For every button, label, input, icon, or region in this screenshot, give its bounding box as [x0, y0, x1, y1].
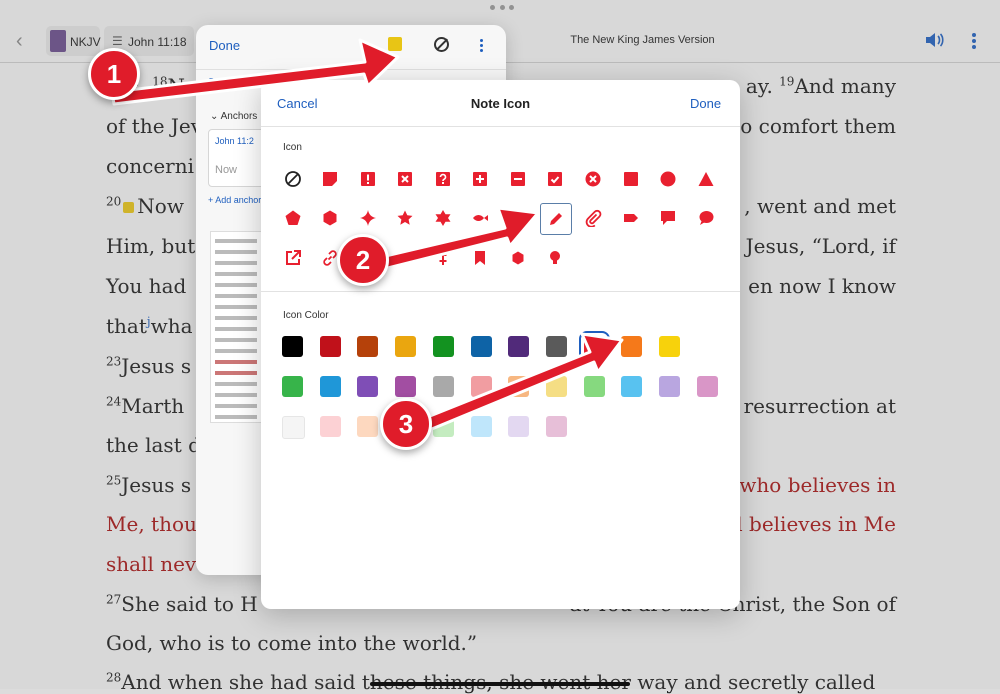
- color-swatch[interactable]: [508, 336, 530, 357]
- color-swatch[interactable]: [621, 376, 643, 397]
- color-swatch[interactable]: [432, 336, 454, 357]
- dagger-icon[interactable]: [391, 244, 419, 272]
- sparkle-star-icon[interactable]: [354, 204, 382, 232]
- six-point-star-icon[interactable]: [429, 204, 457, 232]
- no-symbol-icon[interactable]: [434, 37, 449, 52]
- square-speech-bubble-icon[interactable]: [654, 204, 682, 232]
- hexagon-icon[interactable]: [316, 204, 344, 232]
- tag-icon[interactable]: [617, 204, 645, 232]
- color-swatch[interactable]: [357, 376, 379, 397]
- exclamation-square-icon[interactable]: [354, 165, 382, 193]
- dialog-title: Note Icon: [470, 96, 531, 111]
- pencil-icon[interactable]: [540, 203, 572, 235]
- step-callout-2: 2: [337, 234, 389, 286]
- circle-icon[interactable]: [654, 165, 682, 193]
- external-link-icon[interactable]: [279, 244, 307, 272]
- hexagon-small-icon[interactable]: [504, 244, 532, 272]
- lightbulb-icon[interactable]: [541, 244, 569, 272]
- star-icon[interactable]: [391, 204, 419, 232]
- minus-square-icon[interactable]: [504, 165, 532, 193]
- set-note-link[interactable]: Set Note: [208, 77, 247, 88]
- page-thumbnail: [210, 231, 262, 423]
- step-callout-1: 1: [88, 48, 140, 100]
- bookmark-icon[interactable]: [466, 244, 494, 272]
- triangle-icon[interactable]: [692, 165, 720, 193]
- round-speech-bubble-icon[interactable]: [692, 204, 720, 232]
- section-divider: [261, 291, 740, 292]
- plus-square-icon[interactable]: [466, 165, 494, 193]
- color-swatch[interactable]: [659, 376, 680, 397]
- step-callout-3: 3: [380, 398, 432, 450]
- color-swatch[interactable]: [319, 416, 341, 437]
- color-swatch[interactable]: [432, 416, 454, 437]
- color-swatch[interactable]: [282, 376, 303, 397]
- color-swatch[interactable]: [319, 336, 341, 357]
- color-swatch[interactable]: [659, 336, 680, 357]
- color-swatch[interactable]: [578, 331, 610, 362]
- done-button[interactable]: Done: [690, 96, 721, 111]
- color-swatch[interactable]: [545, 336, 567, 357]
- color-swatch[interactable]: [545, 416, 567, 437]
- add-anchor-button[interactable]: + Add anchor: [208, 195, 261, 205]
- note-icon-dialog: Cancel Note Icon Done Icon Icon Color: [261, 80, 740, 609]
- more-options-icon[interactable]: [480, 39, 483, 54]
- icon-section-label: Icon: [283, 142, 302, 153]
- home-indicator: [370, 682, 630, 686]
- x-circle-icon[interactable]: [579, 165, 607, 193]
- dialog-header: Cancel Note Icon Done: [261, 80, 740, 127]
- color-swatch[interactable]: [470, 416, 492, 437]
- color-swatch[interactable]: [545, 376, 567, 397]
- color-swatch[interactable]: [357, 416, 379, 437]
- question-square-icon[interactable]: [429, 165, 457, 193]
- fish-icon[interactable]: [466, 204, 494, 232]
- color-swatch[interactable]: [282, 336, 303, 357]
- anchors-header[interactable]: ⌄ Anchors: [210, 111, 257, 122]
- checkmark-square-icon[interactable]: [541, 165, 569, 193]
- color-swatch[interactable]: [282, 416, 305, 439]
- paperclip-icon[interactable]: [579, 204, 607, 232]
- color-swatch[interactable]: [395, 336, 417, 357]
- color-swatch[interactable]: [508, 416, 530, 437]
- color-swatch[interactable]: [583, 376, 605, 397]
- color-swatch[interactable]: [470, 336, 492, 357]
- anchor-reference: John 11:2: [215, 136, 254, 146]
- square-icon[interactable]: [617, 165, 645, 193]
- color-swatch[interactable]: [621, 336, 643, 357]
- note-icon-button[interactable]: [388, 37, 402, 51]
- pentagon-icon[interactable]: [279, 204, 307, 232]
- chevron-down-icon: ⌄: [210, 111, 221, 122]
- anchor-time: Now: [215, 164, 238, 176]
- color-swatch[interactable]: [357, 336, 379, 357]
- color-swatch[interactable]: [696, 376, 718, 397]
- anchors-label: Anchors: [220, 111, 258, 122]
- broken-heart-icon[interactable]: [504, 204, 532, 232]
- sticky-note-icon[interactable]: [316, 165, 344, 193]
- color-section-label: Icon Color: [283, 310, 329, 321]
- color-swatch[interactable]: [432, 376, 454, 397]
- color-swatch[interactable]: [508, 376, 530, 397]
- double-dagger-icon[interactable]: [429, 244, 457, 272]
- note-done-button[interactable]: Done: [209, 38, 240, 53]
- color-swatch[interactable]: [395, 376, 417, 397]
- no-symbol-icon[interactable]: [279, 165, 307, 193]
- color-swatch[interactable]: [319, 376, 341, 397]
- color-swatch[interactable]: [470, 376, 492, 397]
- x-square-icon[interactable]: [391, 165, 419, 193]
